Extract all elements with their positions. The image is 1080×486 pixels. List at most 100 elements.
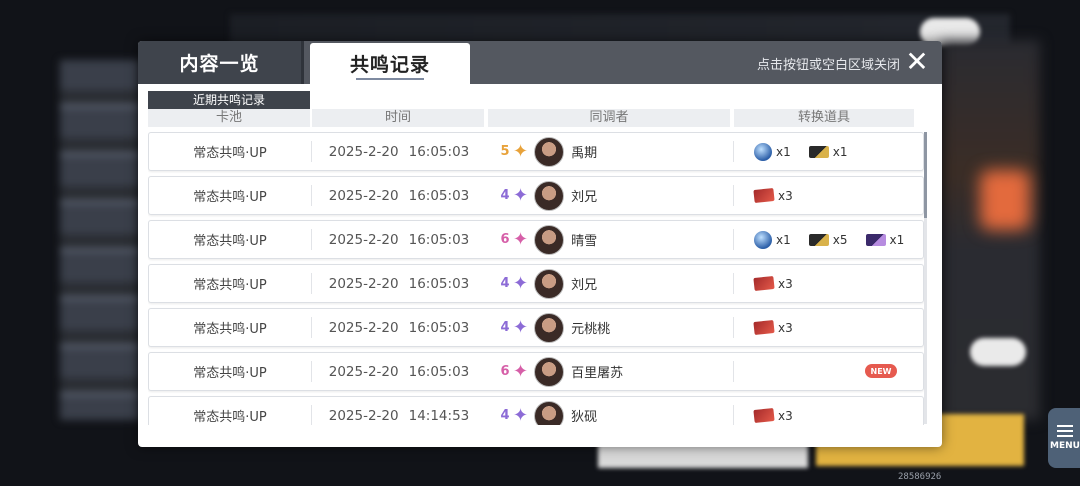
gold-ticket-icon — [808, 233, 829, 246]
converted-items: x1 x5 x1 — [733, 229, 923, 250]
record-row: 常态共鸣·UP 2025-2-20 16:05:03 6 ✦ 百里屠苏 NEW — [148, 352, 924, 391]
resonator-name: 禹期 — [571, 146, 598, 161]
item-entry: x5 — [808, 232, 848, 247]
pull-clock: 16:05:03 — [408, 275, 470, 292]
pull-clock: 16:05:03 — [408, 143, 470, 160]
column-header-resonator: 同调者 — [488, 109, 730, 127]
resonator-name: 刘兄 — [571, 190, 598, 205]
pull-time: 2025-2-20 16:05:03 — [311, 317, 486, 338]
menu-icon — [1057, 425, 1073, 437]
record-row: 常态共鸣·UP 2025-2-20 16:05:03 4 ✦ 刘兄 x3 — [148, 264, 924, 303]
item-entry: x1 — [808, 144, 848, 159]
item-entry: x1 — [865, 232, 905, 247]
resonator-name: 元桃桃 — [571, 322, 611, 337]
close-hint: 点击按钮或空白区域关闭 — [756, 58, 900, 73]
item-entry: x3 — [753, 319, 793, 336]
pull-time: 2025-2-20 16:05:03 — [311, 229, 486, 250]
section-label: 近期共鸣记录 — [148, 91, 310, 109]
bg-left-list — [60, 60, 140, 420]
converted-items: NEW — [733, 361, 923, 382]
resonator-cell: 4 ✦ 刘兄 — [499, 177, 729, 214]
converted-items: x3 — [733, 185, 923, 206]
star-icon: ✦ — [513, 360, 529, 382]
pull-time: 2025-2-20 14:14:53 — [311, 405, 486, 425]
item-quantity: x5 — [832, 232, 848, 247]
converted-items: x3 — [733, 405, 923, 425]
record-list[interactable]: 常态共鸣·UP 2025-2-20 16:05:03 5 ✦ 禹期 x1 x1 … — [148, 132, 924, 425]
item-quantity: x3 — [778, 320, 793, 335]
tab-records[interactable]: 共鸣记录 — [310, 43, 470, 84]
menu-label: MENU — [1050, 441, 1080, 451]
resonator-cell: 4 ✦ 元桃桃 — [499, 309, 729, 346]
purple-ticket-icon — [865, 233, 886, 246]
resonator-cell: 4 ✦ 刘兄 — [499, 265, 729, 302]
resonator-cell: 6 ✦ 晴雪 — [499, 221, 729, 258]
avatar — [534, 224, 565, 255]
star-icon: ✦ — [513, 184, 529, 206]
pull-time: 2025-2-20 16:05:03 — [311, 273, 486, 294]
new-badge: NEW — [865, 364, 897, 378]
record-row: 常态共鸣·UP 2025-2-20 16:05:03 4 ✦ 刘兄 x3 — [148, 176, 924, 215]
avatar — [534, 136, 565, 167]
record-row: 常态共鸣·UP 2025-2-20 16:05:03 5 ✦ 禹期 x1 x1 — [148, 132, 924, 171]
scroll-thumb[interactable] — [924, 132, 927, 218]
red-ticket-icon — [753, 275, 775, 292]
tab-overview[interactable]: 内容一览 — [138, 41, 304, 84]
item-quantity: x3 — [778, 276, 793, 291]
column-header-time: 时间 — [312, 109, 484, 127]
avatar — [534, 268, 565, 299]
pool-name: 常态共鸣·UP — [193, 410, 267, 425]
gold-ticket-icon — [808, 145, 829, 158]
column-header-pool: 卡池 — [148, 109, 310, 127]
resonator-name: 刘兄 — [571, 278, 598, 293]
dialog-header: 内容一览 共鸣记录 点击按钮或空白区域关闭 ✕ — [138, 41, 942, 84]
bg-white-button — [970, 338, 1026, 366]
converted-items: x1 x1 — [733, 141, 923, 162]
pull-date: 2025-2-20 — [328, 363, 399, 380]
resonator-name: 百里屠苏 — [571, 366, 624, 381]
rarity-number: 4 — [500, 320, 510, 335]
pull-date: 2025-2-20 — [328, 187, 399, 204]
item-quantity: x1 — [889, 232, 905, 247]
rarity-number: 4 — [500, 276, 510, 291]
pool-name: 常态共鸣·UP — [193, 234, 267, 249]
item-quantity: x1 — [832, 144, 848, 159]
avatar — [534, 312, 565, 343]
item-entry: x1 — [754, 142, 791, 161]
item-quantity: x3 — [778, 408, 793, 423]
pool-name: 常态共鸣·UP — [193, 366, 267, 381]
red-ticket-icon — [753, 407, 775, 424]
resonator-cell: 4 ✦ 狄砚 — [499, 397, 729, 425]
pull-date: 2025-2-20 — [328, 143, 399, 160]
pull-time: 2025-2-20 16:05:03 — [311, 141, 486, 162]
pull-date: 2025-2-20 — [328, 407, 399, 424]
blue-orb-icon — [754, 230, 772, 249]
close-icon[interactable]: ✕ — [904, 47, 930, 77]
star-icon: ✦ — [513, 272, 529, 294]
red-ticket-icon — [753, 187, 775, 204]
scrollbar[interactable] — [924, 132, 927, 424]
pool-name: 常态共鸣·UP — [193, 278, 267, 293]
converted-items: x3 — [733, 273, 923, 294]
column-header-items: 转换道具 — [734, 109, 914, 127]
star-icon: ✦ — [513, 316, 529, 338]
record-row: 常态共鸣·UP 2025-2-20 16:05:03 4 ✦ 元桃桃 x3 — [148, 308, 924, 347]
item-entry: x3 — [753, 275, 793, 292]
pull-clock: 14:14:53 — [408, 407, 470, 424]
item-entry: x1 — [754, 230, 791, 249]
resonator-name: 晴雪 — [571, 234, 598, 249]
pull-clock: 16:05:03 — [408, 187, 470, 204]
pull-clock: 16:05:03 — [408, 231, 470, 248]
resonator-name: 狄砚 — [571, 410, 598, 425]
converted-items: x3 — [733, 317, 923, 338]
user-id: 28586926 — [898, 472, 942, 482]
resonator-cell: 6 ✦ 百里屠苏 — [499, 353, 729, 390]
avatar — [534, 400, 565, 425]
rarity-number: 5 — [500, 144, 510, 159]
rarity-number: 4 — [500, 188, 510, 203]
pull-date: 2025-2-20 — [328, 319, 399, 336]
item-quantity: x1 — [776, 144, 791, 159]
resonance-record-dialog: 内容一览 共鸣记录 点击按钮或空白区域关闭 ✕ 近期共鸣记录 卡池 时间 同调者… — [138, 41, 942, 447]
menu-button[interactable]: MENU — [1048, 408, 1080, 468]
record-row: 常态共鸣·UP 2025-2-20 16:05:03 6 ✦ 晴雪 x1 x5 … — [148, 220, 924, 259]
